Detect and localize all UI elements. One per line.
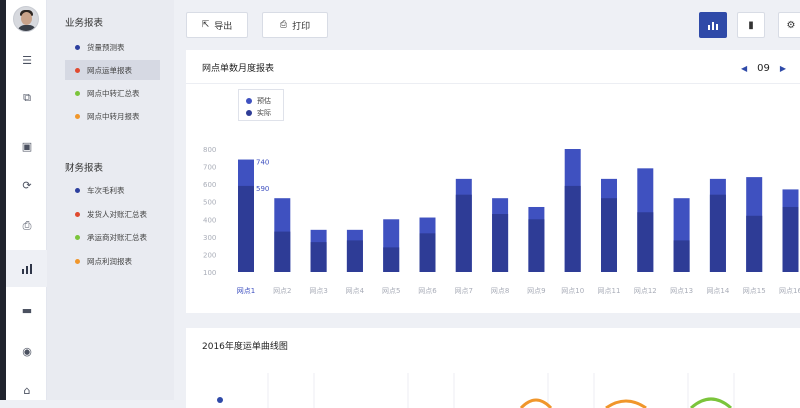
bar-actual bbox=[492, 214, 509, 272]
x-tick-label: 网点4 bbox=[346, 287, 365, 295]
table-view-button[interactable]: ▮ bbox=[737, 12, 765, 38]
bar-actual bbox=[673, 240, 690, 272]
y-tick-label: 300 bbox=[203, 234, 216, 242]
x-tick-label: 网点3 bbox=[309, 287, 327, 295]
sidebar-edge bbox=[0, 0, 6, 400]
bar-actual bbox=[455, 194, 472, 272]
data-label: 590 bbox=[256, 185, 269, 193]
settings-button[interactable]: ⚙ bbox=[778, 12, 800, 38]
bar-actual bbox=[637, 212, 654, 272]
bar-actual bbox=[528, 219, 545, 272]
monthly-report-card: 网点单数月度报表 ◀ 09 ▶ 预估 实际 100 200 300 400 500 600… bbox=[186, 50, 800, 313]
section-title-finance: 财务报表 bbox=[65, 163, 104, 174]
report-icon[interactable]: ⌂ bbox=[15, 380, 39, 400]
submenu-item[interactable]: 网点中转汇总表 bbox=[65, 83, 160, 103]
refresh-icon[interactable]: ⟳ bbox=[15, 175, 39, 195]
orange-curve bbox=[605, 399, 647, 408]
submenu-item[interactable]: 网点中转月报表 bbox=[65, 106, 160, 126]
orange-curve bbox=[519, 398, 553, 408]
data-label: 740 bbox=[256, 159, 269, 167]
x-tick-label: 网点12 bbox=[634, 287, 657, 295]
bar-chart-icon bbox=[708, 21, 718, 30]
message-icon[interactable]: ▬ bbox=[15, 300, 39, 320]
bar-actual bbox=[746, 215, 763, 272]
print-button[interactable]: ⎙ 打印 bbox=[262, 12, 328, 38]
bar-actual bbox=[601, 198, 617, 272]
bar-actual bbox=[274, 231, 291, 272]
curve-chart-preview bbox=[217, 373, 735, 408]
bar-actual bbox=[238, 185, 254, 272]
x-tick-label: 网点13 bbox=[670, 287, 693, 295]
x-tick-label: 网点11 bbox=[598, 287, 621, 295]
bar-actual bbox=[346, 240, 363, 272]
x-tick-label: 网点5 bbox=[382, 287, 400, 295]
bar-chart: 100 200 300 400 500 600 700 800 网点1 网点2 网点3 网点4 网点5 网… bbox=[203, 146, 800, 295]
x-tick-label: 网点8 bbox=[491, 287, 509, 295]
section-title-business: 业务报表 bbox=[65, 18, 104, 29]
menu-icon[interactable]: ☰ bbox=[15, 50, 39, 70]
export-button[interactable]: ⇱ 导出 bbox=[186, 12, 248, 38]
x-tick-label: 网点1 bbox=[237, 287, 255, 295]
bar-actual bbox=[564, 185, 581, 272]
bar-actual bbox=[419, 233, 436, 272]
report-submenu: 业务报表 货量预测表 网点运单报表 网点中转汇总表 网点中转月报表 财务报表 车… bbox=[47, 0, 174, 400]
x-tick-label: 网点9 bbox=[527, 287, 545, 295]
submenu-item[interactable]: 网点利润报表 bbox=[65, 251, 160, 271]
green-curve bbox=[689, 397, 733, 408]
bar-actual bbox=[383, 247, 400, 272]
y-tick-label: 500 bbox=[203, 199, 216, 207]
chart-view-button[interactable] bbox=[699, 12, 727, 38]
y-tick-label: 400 bbox=[203, 216, 216, 224]
x-tick-label: 网点10 bbox=[561, 287, 584, 295]
gear-icon: ⚙ bbox=[786, 19, 796, 31]
y-tick-label: 700 bbox=[203, 164, 216, 172]
submenu-item[interactable]: 承运商对账汇总表 bbox=[65, 227, 160, 247]
submenu-item[interactable]: 发货人对账汇总表 bbox=[65, 204, 160, 224]
printer-icon[interactable]: ⎙ bbox=[15, 216, 39, 236]
curve-point bbox=[217, 397, 223, 403]
x-tick-label: 网点14 bbox=[706, 287, 729, 295]
print-icon: ⎙ bbox=[279, 20, 288, 30]
bar-actual bbox=[310, 242, 327, 272]
document-icon: ▮ bbox=[748, 19, 754, 31]
y-tick-label: 600 bbox=[203, 181, 216, 189]
submenu-item-selected[interactable]: 网点运单报表 bbox=[65, 60, 160, 80]
x-tick-label: 网点16 bbox=[779, 287, 800, 295]
x-tick-label: 网点15 bbox=[743, 287, 766, 295]
x-tick-label: 网点7 bbox=[455, 287, 473, 295]
x-tick-label: 网点2 bbox=[273, 287, 291, 295]
truck-icon[interactable]: ▣ bbox=[15, 136, 39, 156]
y-tick-label: 800 bbox=[203, 146, 216, 154]
export-icon: ⇱ bbox=[201, 20, 210, 30]
box-icon[interactable]: ⧉ bbox=[15, 88, 39, 108]
bar-actual bbox=[709, 194, 726, 272]
user-icon[interactable]: ◉ bbox=[15, 341, 39, 361]
x-tick-label: 网点6 bbox=[418, 287, 437, 295]
y-tick-label: 100 bbox=[203, 269, 216, 277]
yearly-curve-card: 2016年度运单曲线图 bbox=[186, 328, 800, 408]
icon-sidebar: ☰ ⧉ ▣ ⟳ ⎙ ▬ ◉ ⌂ bbox=[0, 0, 47, 400]
avatar[interactable] bbox=[13, 6, 39, 32]
submenu-item[interactable]: 货量预测表 bbox=[65, 37, 160, 57]
bar-actual bbox=[782, 206, 799, 272]
y-tick-label: 200 bbox=[203, 251, 216, 259]
bar-chart-icon[interactable] bbox=[6, 250, 47, 287]
submenu-item[interactable]: 车次毛利表 bbox=[65, 180, 160, 200]
